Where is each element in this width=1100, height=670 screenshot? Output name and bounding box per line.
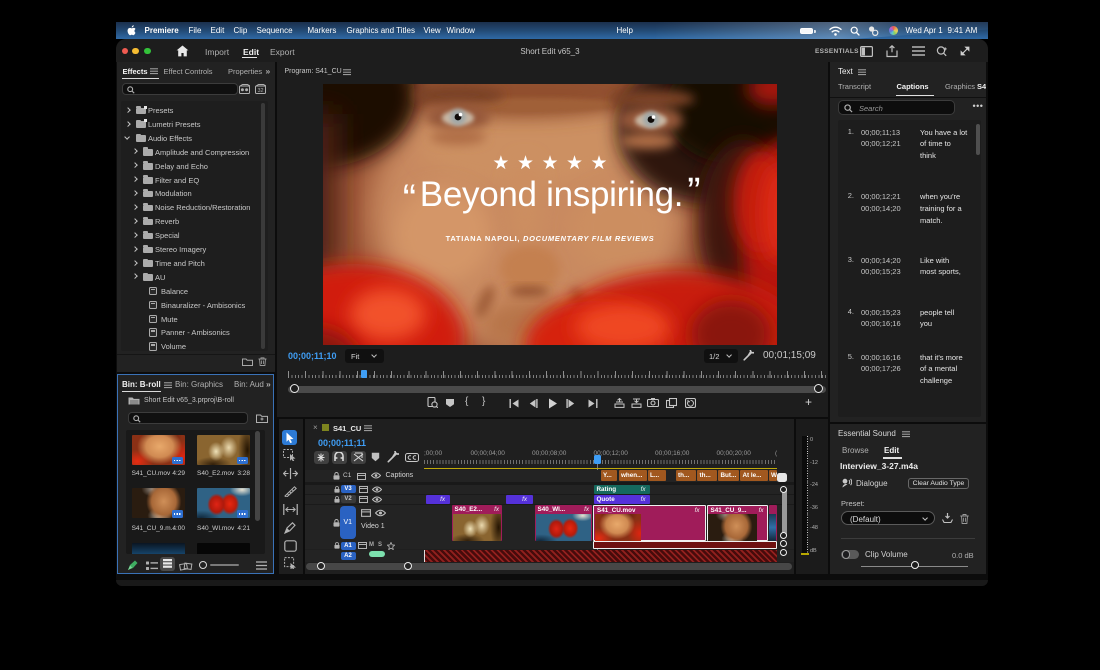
svg-text:32: 32	[257, 88, 263, 94]
